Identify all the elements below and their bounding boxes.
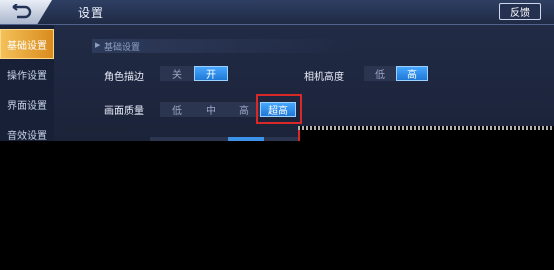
overlay-panel-edge (298, 126, 554, 141)
sidebar: 基础设置 操作设置 界面设置 音效设置 (0, 25, 54, 142)
camera-low-option[interactable]: 低 (364, 66, 396, 81)
section-title: 基础设置 (104, 43, 141, 53)
outline-label: 角色描边 (104, 72, 144, 83)
back-button[interactable] (0, 0, 52, 24)
quality-medium-option[interactable]: 中 (194, 102, 228, 117)
sidebar-item-basic[interactable]: 基础设置 (0, 29, 54, 59)
highlight-box (256, 94, 302, 124)
checker-edge (298, 126, 554, 130)
section-marker-icon: ▶ (95, 41, 101, 49)
settings-panel: ▶ 基础设置 角色描边 关 开 相机高度 低 高 画面质量 低 中 高 超高 (54, 25, 554, 141)
camera-height-toggle: 低 高 (364, 66, 428, 81)
highlight-line (298, 130, 300, 141)
black-overlay (0, 141, 554, 270)
back-arrow-icon (12, 4, 32, 19)
section-header: ▶ 基础设置 (92, 39, 352, 53)
sidebar-item-controls[interactable]: 操作设置 (0, 59, 54, 89)
camera-high-option[interactable]: 高 (396, 66, 428, 81)
feedback-button[interactable]: 反馈 (499, 3, 541, 20)
camera-height-label: 相机高度 (304, 72, 344, 83)
outline-on-option[interactable]: 开 (194, 66, 228, 81)
outline-off-option[interactable]: 关 (160, 66, 194, 81)
page-title: 设置 (78, 6, 105, 20)
top-bar: 设置 反馈 (0, 0, 554, 25)
outline-toggle: 关 开 (160, 66, 228, 81)
quality-label: 画面质量 (104, 106, 144, 117)
sidebar-item-interface[interactable]: 界面设置 (0, 89, 54, 119)
quality-low-option[interactable]: 低 (160, 102, 194, 117)
